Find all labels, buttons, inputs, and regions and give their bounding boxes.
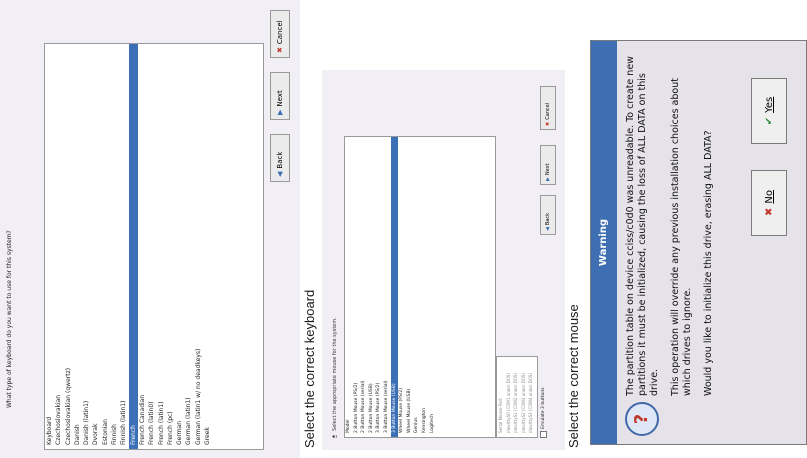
list-item[interactable]: German (latin1 w/ no deadkeys)	[194, 44, 203, 449]
dialog-paragraph: The partition table on device cciss/c0d0…	[625, 56, 660, 396]
caption-keyboard: Select the correct keyboard	[302, 289, 317, 448]
mouse-list[interactable]: Model 2 Button Mouse (PS/2) 2 Button Mou…	[344, 136, 496, 438]
list-item[interactable]: Czechoslovakian	[54, 44, 63, 449]
question-icon: ?	[625, 402, 659, 436]
list-item[interactable]: French (pc)	[166, 44, 175, 449]
back-arrow-icon: ◀	[276, 171, 284, 177]
list-item[interactable]: German (latin1)	[184, 44, 193, 449]
list-item[interactable]: 2 Button Mouse (USB)	[368, 137, 376, 437]
list-item-selected[interactable]: French	[128, 44, 138, 449]
list-item[interactable]: French (latin0)	[147, 44, 156, 449]
list-item[interactable]: /dev/ttyS2 (COM3 under DOS)	[520, 357, 528, 437]
caption-mouse: Select the correct mouse	[566, 304, 581, 448]
no-x-icon: ✖	[763, 207, 775, 216]
mouse-screen-content: 🖰 Select the appropriate mouse for the s…	[322, 70, 565, 450]
cancel-button[interactable]: ✖ Cancel	[270, 10, 290, 58]
mouse-header: 🖰 Select the appropriate mouse for the s…	[332, 317, 338, 438]
keyboard-screen-content: What type of keyboard do you want to use…	[0, 0, 300, 458]
keyboard-screen: What type of keyboard do you want to use…	[0, 0, 300, 458]
list-item[interactable]: 3 Button Mouse (PS/2)	[375, 137, 383, 437]
list-item[interactable]: Wheel Mouse (USB)	[406, 137, 414, 437]
keyboard-question: What type of keyboard do you want to use…	[6, 230, 13, 408]
dialog-paragraph: This operation will override any previou…	[670, 78, 693, 396]
emulate-checkbox[interactable]	[540, 431, 547, 438]
back-arrow-icon: ◀	[545, 227, 551, 231]
next-button[interactable]: ▶ Next	[270, 72, 290, 120]
list-item[interactable]: /dev/ttyS1 (COM2 under DOS)	[512, 357, 520, 437]
list-item[interactable]: Logitech	[429, 137, 437, 437]
next-arrow-icon: ▶	[545, 177, 551, 181]
back-button[interactable]: ◀ Back	[270, 134, 290, 182]
list-item[interactable]: Estonian	[101, 44, 110, 449]
list-item[interactable]: Czechoslovakian (qwertz)	[64, 44, 73, 449]
list-item[interactable]: 2 Button Mouse (serial)	[360, 137, 368, 437]
list-item[interactable]: German	[175, 44, 184, 449]
cancel-x-icon: ✖	[276, 47, 284, 53]
next-arrow-icon: ▶	[276, 109, 284, 115]
list-item-selected[interactable]: 3 Button Mouse (USB)	[390, 137, 399, 437]
list-item[interactable]: Greek	[203, 44, 212, 449]
next-button[interactable]: ▶ Next	[540, 145, 556, 185]
list-item[interactable]: Genius	[413, 137, 421, 437]
list-item[interactable]: Dvorak	[91, 44, 100, 449]
list-item[interactable]: French (latin1)	[157, 44, 166, 449]
list-item[interactable]: /dev/ttyS0 (COM1 under DOS)	[505, 357, 513, 437]
cancel-x-icon: ✖	[545, 121, 551, 126]
list-item[interactable]: Finnish	[110, 44, 119, 449]
dialog-paragraph: Would you like to initialize this drive,…	[703, 130, 714, 396]
list-item[interactable]: Danish	[73, 44, 82, 449]
yes-check-icon: ✔	[763, 116, 775, 126]
emulate-checkbox-row[interactable]: Emulate 3 buttons	[540, 387, 547, 438]
cancel-button[interactable]: ✖ Cancel	[540, 86, 556, 130]
list-item[interactable]: Model	[345, 137, 353, 437]
dialog-title: Warning	[591, 41, 617, 444]
serial-device-list[interactable]: Serial Mouse Port /dev/ttyS0 (COM1 under…	[496, 356, 538, 438]
list-item[interactable]: /dev/ttyS3 (COM4 under DOS)	[527, 357, 535, 437]
list-item[interactable]: Kensington	[421, 137, 429, 437]
warning-dialog-content: Warning ? The partition table on device …	[590, 40, 807, 445]
mouse-screen: 🖰 Select the appropriate mouse for the s…	[322, 70, 565, 450]
keyboard-list[interactable]: Keyboard Czechoslovakian Czechoslovakian…	[44, 43, 264, 450]
warning-dialog: Warning ? The partition table on device …	[590, 40, 807, 445]
no-button[interactable]: ✖ No	[751, 170, 787, 236]
dialog-message: The partition table on device cciss/c0d0…	[625, 56, 724, 396]
list-item[interactable]: Keyboard	[45, 44, 54, 449]
keyboard-button-bar: ◀ Back ▶ Next ✖ Cancel	[266, 10, 296, 450]
list-item[interactable]: Finnish (latin1)	[119, 44, 128, 449]
list-item[interactable]: Wheel Mouse (PS/2)	[398, 137, 406, 437]
mouse-icon: 🖰	[332, 434, 338, 438]
list-item[interactable]: 2 Button Mouse (PS/2)	[353, 137, 361, 437]
back-button[interactable]: ◀ Back	[540, 195, 556, 235]
list-item[interactable]: French Canadian	[138, 44, 147, 449]
list-item[interactable]: Danish (latin1)	[82, 44, 91, 449]
list-item[interactable]: 3 Button Mouse (serial)	[383, 137, 391, 437]
list-item[interactable]: Serial Mouse Port	[497, 357, 505, 437]
yes-button[interactable]: ✔ Yes	[751, 78, 787, 144]
